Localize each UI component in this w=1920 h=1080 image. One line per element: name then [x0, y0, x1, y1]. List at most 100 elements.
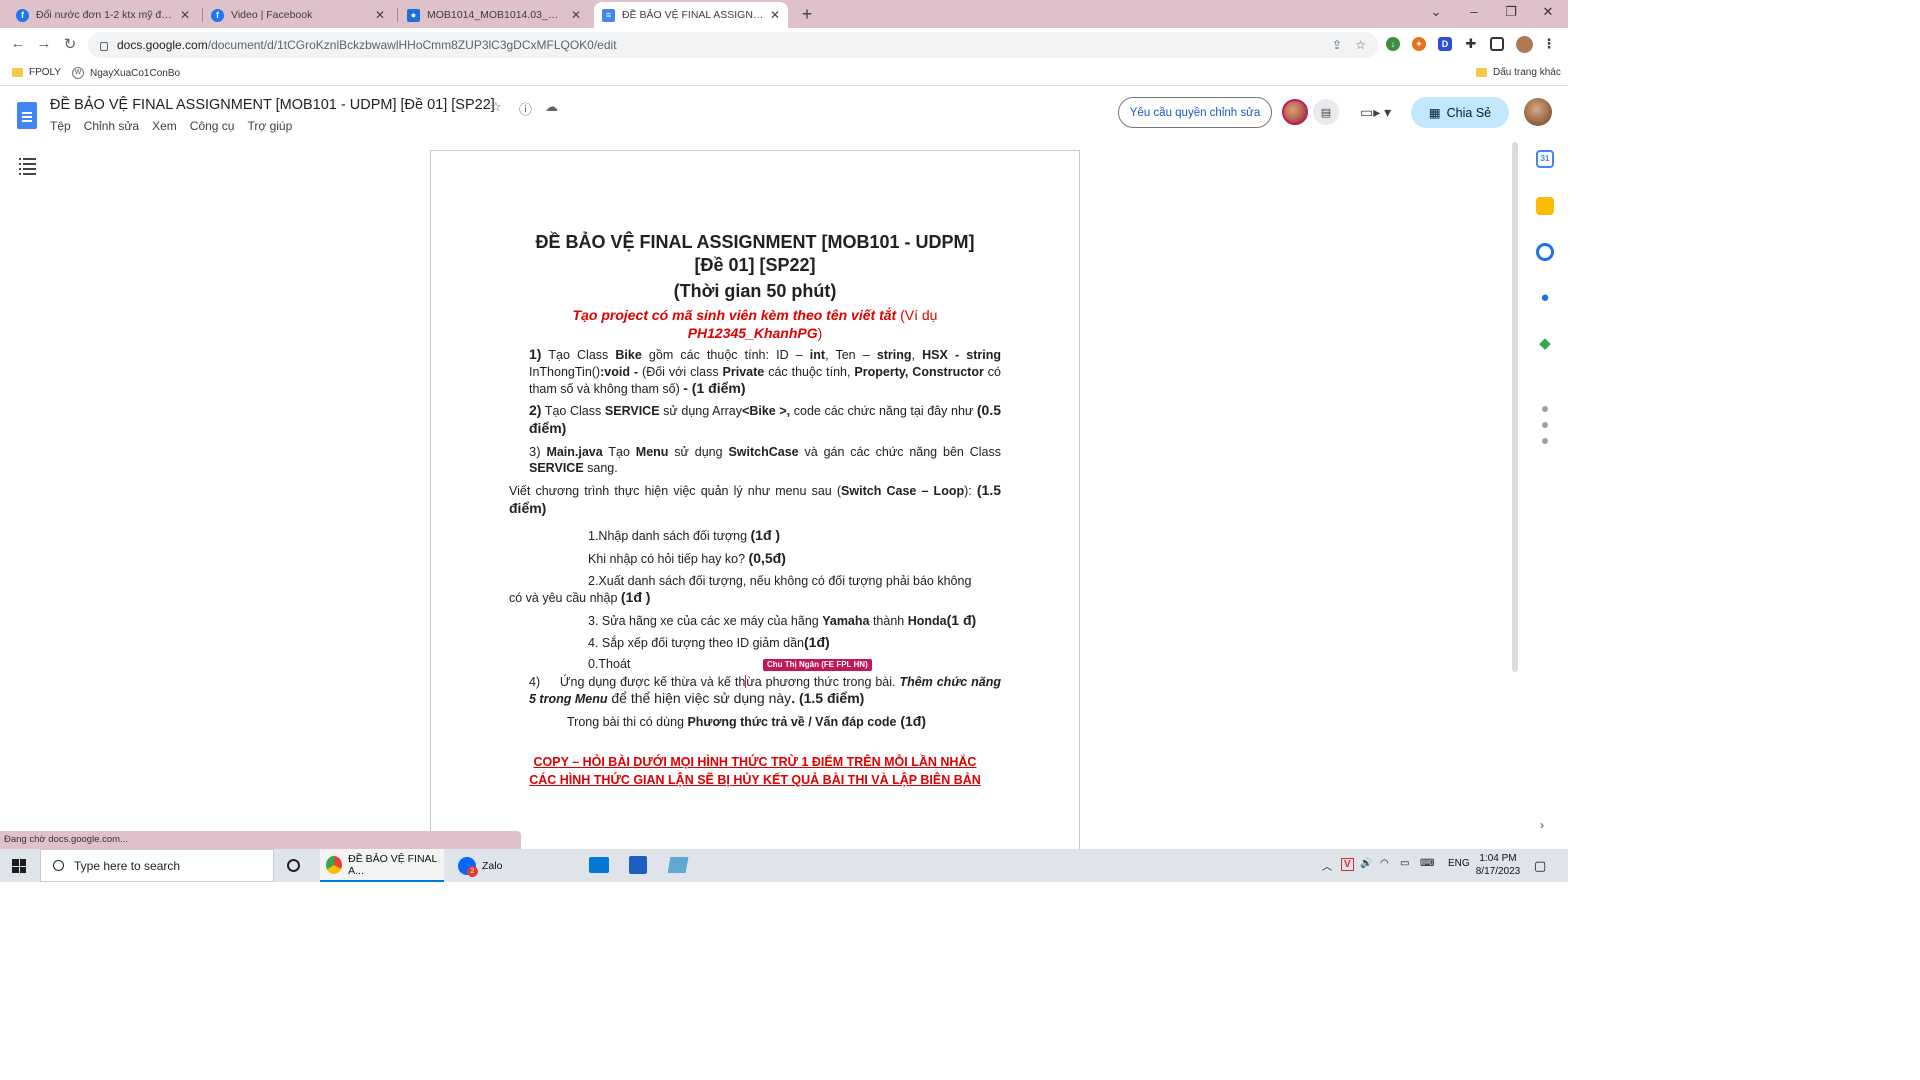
side-panel-icon[interactable] [1490, 37, 1504, 51]
addon-dot-icon[interactable] [1542, 438, 1548, 444]
collaborator-avatar[interactable] [1282, 99, 1308, 125]
text: SwitchCase [728, 444, 799, 459]
menu-view[interactable]: Xem [152, 119, 177, 133]
cortana-icon[interactable] [287, 859, 300, 872]
calendar-app-icon[interactable] [629, 856, 647, 874]
docs-logo-icon[interactable] [17, 102, 37, 129]
meet-camera-icon[interactable]: ▭▸ ▾ [1360, 104, 1391, 121]
close-icon[interactable]: ✕ [571, 8, 581, 22]
taskbar-search-box[interactable]: Type here to search [40, 849, 274, 882]
tab-facebook-video[interactable]: f Video | Facebook ✕ [203, 2, 393, 28]
request-edit-button[interactable]: Yêu cầu quyền chỉnh sửa [1118, 97, 1272, 128]
windows-start-icon[interactable] [12, 859, 26, 873]
minimize-button[interactable]: – [1462, 4, 1486, 19]
bookmark-label: FPOLY [29, 67, 62, 78]
back-button[interactable]: ← [8, 35, 28, 52]
document-scrollbar[interactable] [1512, 142, 1518, 672]
language-indicator[interactable]: ENG [1448, 858, 1470, 869]
maps-icon[interactable]: ◆ [1536, 335, 1554, 353]
wifi-icon[interactable]: ◠ [1380, 858, 1389, 869]
question-4: 4) Ứng dụng được kế thừa và kế thừa phươ… [509, 658, 1001, 708]
info-icon[interactable]: ⓘ [519, 99, 532, 118]
comments-icon[interactable]: ▤ [1313, 99, 1339, 125]
extension-download-icon[interactable]: ↓ [1386, 37, 1400, 51]
taskbar-clock[interactable]: 1:04 PM 8/17/2023 [1470, 852, 1526, 878]
tab-facebook-1[interactable]: f Đổi nước đơn 1-2 ktx mỹ đình | F ✕ [8, 2, 198, 28]
other-bookmarks-label: Dấu trang khác [1493, 67, 1561, 78]
tab-classroom[interactable]: ● MOB1014_MOB1014.03_BLOCK2 ✕ [399, 2, 589, 28]
notification-center-icon[interactable]: ▢ [1534, 858, 1546, 874]
window-close-button[interactable]: ✕ [1536, 4, 1560, 20]
text: và gán các chức năng bên Class [798, 444, 1002, 459]
mail-icon[interactable] [589, 857, 609, 873]
share-button[interactable]: ▦ Chia Sẻ [1411, 97, 1509, 128]
contacts-icon[interactable]: ● [1536, 289, 1554, 307]
search-icon [53, 860, 64, 871]
addon-dot-icon[interactable] [1542, 406, 1548, 412]
bookmark-star-icon[interactable]: ☆ [1355, 38, 1366, 52]
notification-badge: 2 [467, 865, 478, 877]
account-avatar[interactable] [1524, 98, 1552, 126]
taskbar-app-zalo[interactable]: 2 Zalo [452, 849, 532, 882]
text: Viết chương trình thực hiện việc quản lý… [509, 484, 842, 499]
other-bookmarks[interactable]: Dấu trang khác [1476, 67, 1561, 78]
new-tab-button[interactable]: + [796, 4, 818, 25]
text: (1đ) [804, 633, 830, 650]
extension-fox-icon[interactable]: ✦ [1412, 37, 1426, 51]
bookmark-label: NgayXuaCo1ConBo [90, 67, 181, 79]
menu-tools[interactable]: Công cụ [190, 119, 235, 133]
extensions-puzzle-icon[interactable]: ✚ [1464, 36, 1478, 51]
text: (1đ ) [750, 527, 781, 544]
text: Switch Case – Loop [841, 484, 965, 499]
cloud-status-icon[interactable]: ☁ [545, 99, 558, 115]
bookmark-ngayxua[interactable]: W NgayXuaCo1ConBo [72, 67, 180, 79]
tab-separator [397, 8, 398, 22]
q-number: 1) [529, 346, 542, 363]
exam-note: Trong bài thi có dùng Phương thức trả về… [509, 713, 1001, 731]
text: (1 đ) [946, 611, 977, 628]
profile-avatar[interactable] [1516, 36, 1533, 53]
menu-file[interactable]: Tệp [50, 119, 71, 133]
text: ): [964, 484, 977, 499]
antivirus-tray-icon[interactable]: V [1341, 858, 1354, 871]
menu-edit[interactable]: Chỉnh sửa [84, 119, 139, 133]
tray-chevron-icon[interactable]: ︿ [1322, 858, 1332, 873]
text: InThongTin() [529, 364, 601, 379]
close-icon[interactable]: ✕ [770, 8, 780, 22]
battery-icon[interactable]: ▭ [1400, 858, 1409, 869]
keyboard-icon[interactable]: ⌨ [1420, 858, 1434, 869]
tab-label: MOB1014_MOB1014.03_BLOCK2 [427, 9, 565, 21]
tab-search-chevron-icon[interactable]: ⌄ [1424, 4, 1448, 20]
menu-item-2: 2.Xuất danh sách đối tượng, nếu không có… [509, 573, 1001, 589]
address-bar[interactable]: docs.google.com/document/d/1tCGroKznlBck… [88, 32, 1378, 58]
tasks-icon[interactable] [1536, 243, 1554, 261]
reload-button[interactable]: ↻ [60, 35, 80, 53]
tab-docs-active[interactable]: ≡ ĐỀ BẢO VỆ FINAL ASSIGNMENT [ ✕ [594, 2, 788, 28]
document-body: ĐỀ BẢO VỆ FINAL ASSIGNMENT [MOB101 - UDP… [509, 231, 1001, 789]
text: int [809, 348, 826, 363]
explorer-app-icon[interactable] [667, 857, 689, 873]
bookmark-fpoly[interactable]: FPOLY [12, 67, 61, 78]
addon-dot-icon[interactable] [1542, 422, 1548, 428]
text: SERVICE [604, 403, 660, 418]
volume-icon[interactable]: 🔊 [1360, 858, 1372, 869]
keep-icon[interactable] [1536, 197, 1554, 215]
q-number: 2) [529, 401, 542, 418]
bookmarks-bar: FPOLY W NgayXuaCo1ConBo Dấu trang khác [0, 62, 1568, 86]
star-icon[interactable]: ☆ [490, 99, 502, 115]
extension-d-icon[interactable]: D [1438, 37, 1452, 51]
expand-panel-chevron-icon[interactable]: › [1540, 818, 1544, 832]
text: (1đ ) [620, 588, 651, 605]
taskbar-app-chrome[interactable]: ĐỀ BẢO VỆ FINAL A... [320, 849, 444, 882]
maximize-button[interactable]: ❐ [1499, 4, 1523, 20]
share-page-icon[interactable]: ⇪ [1332, 38, 1342, 52]
menu-help[interactable]: Trợ giúp [247, 119, 292, 133]
forward-button[interactable]: → [34, 35, 54, 52]
document-title[interactable]: ĐỀ BẢO VỆ FINAL ASSIGNMENT [MOB101 - UDP… [50, 97, 495, 113]
close-icon[interactable]: ✕ [180, 8, 190, 22]
browser-menu-icon[interactable]: ⋮ [1542, 36, 1556, 51]
document-outline-icon[interactable] [19, 158, 36, 178]
document-page[interactable]: ĐỀ BẢO VỆ FINAL ASSIGNMENT [MOB101 - UDP… [430, 150, 1080, 850]
close-icon[interactable]: ✕ [375, 8, 385, 22]
calendar-icon[interactable]: 31 [1536, 150, 1554, 168]
